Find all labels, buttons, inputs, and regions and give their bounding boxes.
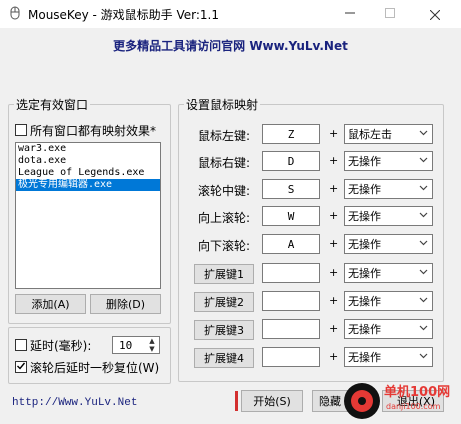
reset-checkbox[interactable] xyxy=(15,361,27,373)
maximize-icon xyxy=(385,7,395,21)
plus-sign: + xyxy=(329,266,339,279)
spin-down-icon[interactable]: ▼ xyxy=(146,345,158,353)
action-select[interactable]: 无操作 xyxy=(344,234,433,254)
plus-sign: + xyxy=(329,209,339,222)
chevron-down-icon xyxy=(419,351,428,363)
chevron-down-icon xyxy=(419,267,428,279)
key-input[interactable] xyxy=(262,319,320,339)
action-select[interactable]: 无操作 xyxy=(344,263,433,283)
mapping-group-title: 设置鼠标映射 xyxy=(184,96,261,113)
action-select[interactable]: 无操作 xyxy=(344,347,433,367)
mouse-icon xyxy=(8,6,22,20)
minimize-button[interactable] xyxy=(335,0,365,28)
list-item[interactable]: war3.exe xyxy=(16,143,160,155)
key-input[interactable] xyxy=(262,347,320,367)
add-button[interactable]: 添加(A) xyxy=(15,294,86,314)
action-select-value: 无操作 xyxy=(348,183,381,196)
action-select-value: 无操作 xyxy=(348,295,381,308)
maximize-button[interactable] xyxy=(375,0,405,28)
chevron-down-icon xyxy=(419,183,428,195)
extend-key-button-2[interactable]: 扩展键2 xyxy=(194,292,254,312)
start-button[interactable]: 开始(S) xyxy=(241,390,303,412)
reset-label: 滚轮后延时一秒复位(W) xyxy=(30,361,160,375)
plus-sign: + xyxy=(329,182,339,195)
delay-spinner[interactable]: 10 ▲ ▼ xyxy=(112,336,160,354)
action-select[interactable]: 无操作 xyxy=(344,319,433,339)
mapping-label: 向上滚轮: xyxy=(198,211,251,225)
watermark-url: danji100.com xyxy=(386,402,441,411)
close-icon xyxy=(429,5,441,24)
plus-sign: + xyxy=(329,237,339,250)
spin-up-icon[interactable]: ▲ xyxy=(146,337,158,345)
plus-sign: + xyxy=(329,127,339,140)
key-input[interactable]: W xyxy=(262,206,320,226)
all-windows-checkbox[interactable] xyxy=(15,124,27,136)
action-select-value: 无操作 xyxy=(348,210,381,223)
action-select-value: 无操作 xyxy=(348,323,381,336)
action-select-value: 无操作 xyxy=(348,351,381,364)
delay-checkbox[interactable] xyxy=(15,339,27,351)
action-select[interactable]: 无操作 xyxy=(344,291,433,311)
minimize-icon xyxy=(345,7,355,21)
plus-sign: + xyxy=(329,322,339,335)
key-input[interactable]: Z xyxy=(262,124,320,144)
key-input[interactable]: D xyxy=(262,151,320,171)
extend-key-button-4[interactable]: 扩展键4 xyxy=(194,348,254,368)
website-slogan: 更多精品工具请访问官网 Www.YuLv.Net xyxy=(113,39,348,53)
action-select-value: 鼠标左击 xyxy=(348,128,392,141)
action-select-value: 无操作 xyxy=(348,238,381,251)
mapping-label: 鼠标左键: xyxy=(198,129,251,143)
window-select-group-title: 选定有效窗口 xyxy=(14,96,91,113)
action-select[interactable]: 无操作 xyxy=(344,151,433,171)
action-select[interactable]: 无操作 xyxy=(344,206,433,226)
extend-key-button-1[interactable]: 扩展键1 xyxy=(194,264,254,284)
close-button[interactable] xyxy=(420,0,450,28)
mapping-label: 滚轮中键: xyxy=(198,184,251,198)
list-item[interactable]: League of Legends.exe xyxy=(16,167,160,179)
red-marker xyxy=(235,391,238,411)
extend-key-button-3[interactable]: 扩展键3 xyxy=(194,320,254,340)
key-input[interactable] xyxy=(262,291,320,311)
action-select[interactable]: 无操作 xyxy=(344,179,433,199)
chevron-down-icon xyxy=(419,295,428,307)
action-select-value: 无操作 xyxy=(348,267,381,280)
key-input[interactable]: S xyxy=(262,179,320,199)
process-list[interactable]: war3.exe dota.exe League of Legends.exe … xyxy=(15,142,161,289)
all-windows-label: 所有窗口都有映射效果* xyxy=(30,124,157,138)
chevron-down-icon xyxy=(419,210,428,222)
mapping-label: 向下滚轮: xyxy=(198,239,251,253)
delay-value: 10 xyxy=(119,339,133,352)
plus-sign: + xyxy=(329,154,339,167)
watermark-logo: 单机100网 danji100.com xyxy=(340,378,461,421)
checkmark-icon xyxy=(16,361,26,374)
mapping-label: 鼠标右键: xyxy=(198,156,251,170)
plus-sign: + xyxy=(329,350,339,363)
delete-button[interactable]: 删除(D) xyxy=(90,294,161,314)
watermark-text: 单机100网 xyxy=(384,384,450,400)
delay-label: 延时(毫秒): xyxy=(30,339,92,353)
chevron-down-icon xyxy=(419,155,428,167)
key-input[interactable]: A xyxy=(262,234,320,254)
action-select[interactable]: 鼠标左击 xyxy=(344,124,433,144)
plus-sign: + xyxy=(329,294,339,307)
chevron-down-icon xyxy=(419,323,428,335)
chevron-down-icon xyxy=(419,238,428,250)
key-input[interactable] xyxy=(262,263,320,283)
chevron-down-icon xyxy=(419,128,428,140)
website-link[interactable]: http://Www.YuLv.Net xyxy=(12,397,137,409)
list-item-selected[interactable]: 极光专用编辑器.exe xyxy=(16,179,160,191)
action-select-value: 无操作 xyxy=(348,155,381,168)
list-item[interactable]: dota.exe xyxy=(16,155,160,167)
window-title: MouseKey - 游戏鼠标助手 Ver:1.1 xyxy=(28,8,219,22)
